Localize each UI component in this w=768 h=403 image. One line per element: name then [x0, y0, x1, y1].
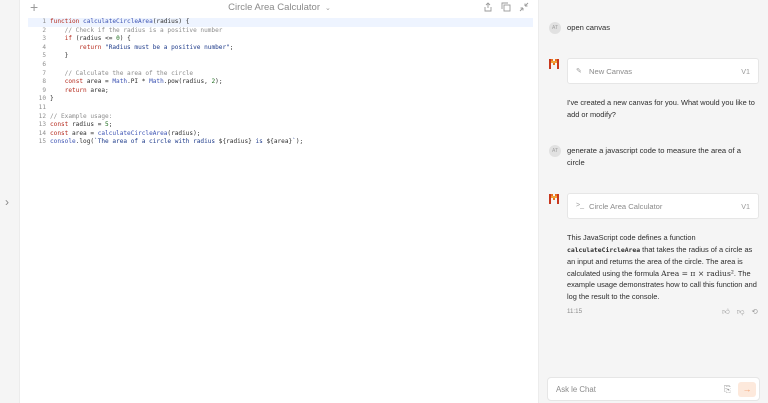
user-avatar: AT	[549, 22, 561, 34]
chat-panel: AT open canvas ✎ New Canvas V1 I've crea…	[539, 0, 768, 403]
code-line: 9 return area;	[42, 86, 109, 94]
assistant-logo-icon	[549, 59, 559, 69]
canvas-panel: + Circle Area Calculator ⌄ 1 function calc…	[20, 0, 539, 403]
code-line: 11	[38, 103, 46, 111]
thumbs-down-icon[interactable]: 👎︎	[737, 307, 745, 317]
canvas-toolbar: + Circle Area Calculator ⌄	[20, 0, 539, 16]
chat-input[interactable]: Ask le Chat ⎘ →	[547, 377, 760, 401]
code-line: 1 function calculateCircleArea(radius) {	[28, 18, 533, 27]
retry-icon[interactable]: ⟲	[751, 307, 757, 317]
chevron-down-icon: ⌄	[325, 5, 331, 12]
code-line: 13 const radius = 5;	[38, 121, 113, 129]
user-message-text: open canvas	[567, 23, 611, 32]
user-message: AT generate a javascript code to measure…	[549, 145, 755, 168]
code-line: 10}	[38, 95, 54, 103]
share-icon[interactable]	[483, 2, 493, 12]
pencil-icon: ✎	[576, 68, 582, 75]
code-line: 2 // Check if the radius is a positive n…	[42, 26, 223, 34]
code-line: 4 return "Radius must be a positive numb…	[42, 43, 234, 51]
copy-icon[interactable]	[501, 2, 511, 12]
send-button[interactable]: →	[738, 382, 756, 397]
canvas-title-dropdown[interactable]: Circle Area Calculator ⌄	[20, 2, 539, 13]
code-icon: >_	[576, 202, 584, 209]
message-actions: 👍︎ 👎︎ ⟲	[722, 307, 758, 317]
assistant-message-text: I've created a new canvas for you. What …	[567, 98, 755, 119]
paperclip-icon[interactable]: ⎘	[724, 384, 731, 395]
chevron-right-icon[interactable]: ›	[5, 196, 15, 208]
user-message-text: generate a javascript code to measure th…	[567, 146, 741, 167]
code-line: 3 if (radius <= 0) {	[42, 35, 131, 43]
left-rail: ›	[0, 0, 20, 403]
code-editor[interactable]: 1 function calculateCircleArea(radius) { …	[28, 18, 533, 147]
code-line: 12// Example usage:	[38, 112, 113, 120]
canvas-card-title: Circle Area Calculator	[589, 202, 663, 211]
canvas-card-version: V1	[741, 67, 750, 76]
canvas-card-title: New Canvas	[589, 67, 633, 76]
canvas-card-new[interactable]: ✎ New Canvas V1	[567, 58, 759, 84]
app-window: › + Circle Area Calculator ⌄ 1 function ca…	[0, 0, 768, 403]
chat-input-placeholder: Ask le Chat	[556, 385, 596, 394]
formula: Area = π × radius²	[661, 268, 734, 278]
assistant-logo-icon	[549, 194, 559, 204]
code-line: 15 console.log(`The area of a circle with…	[38, 138, 304, 146]
canvas-card-version: V1	[741, 202, 750, 211]
collapse-icon[interactable]	[519, 2, 529, 12]
inline-code: calculateCircleArea	[567, 245, 641, 254]
assistant-message-text: This JavaScript code defines a function …	[567, 233, 757, 301]
user-message: AT open canvas	[549, 22, 755, 34]
code-line: 7 // Calculate the area of the circle	[42, 69, 194, 77]
canvas-title: Circle Area Calculator	[228, 2, 320, 13]
code-line: 8 const area = Math.PI * Math.pow(radius…	[42, 78, 223, 86]
code-line: 6	[42, 60, 46, 68]
code-line: 5 }	[42, 52, 69, 60]
canvas-card-circle-area[interactable]: >_ Circle Area Calculator V1	[567, 193, 759, 219]
message-timestamp: 11:15	[567, 308, 583, 315]
thumbs-up-icon[interactable]: 👍︎	[722, 307, 730, 317]
user-avatar: AT	[549, 145, 561, 157]
